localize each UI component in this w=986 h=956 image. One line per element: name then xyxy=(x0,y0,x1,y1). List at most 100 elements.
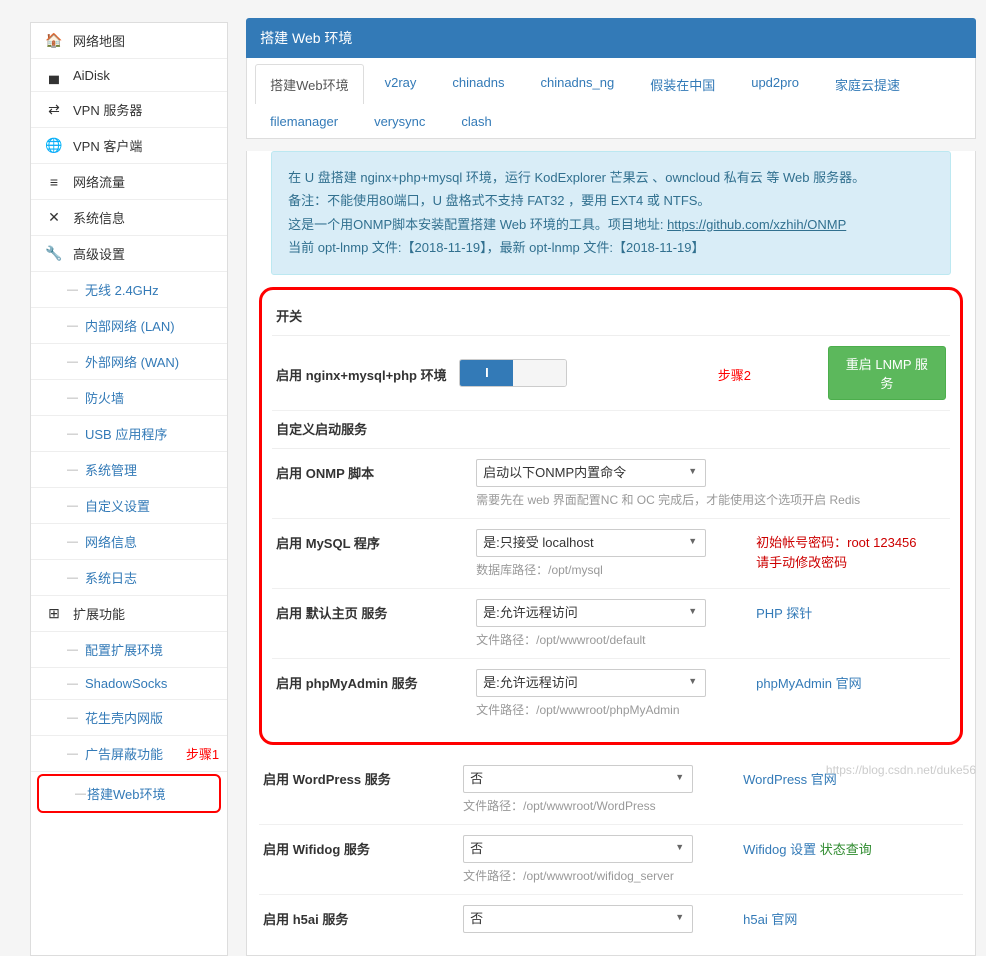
sidebar-item-label: ShadowSocks xyxy=(85,676,167,691)
sidebar-item-netinfo[interactable]: 网络信息 xyxy=(31,524,227,560)
sidebar-item-adblock[interactable]: 广告屏蔽功能 步骤1 xyxy=(31,736,227,772)
sidebar-item-peanut[interactable]: 花生壳内网版 xyxy=(31,700,227,736)
sidebar-item-wireless[interactable]: 无线 2.4GHz xyxy=(31,272,227,308)
sidebar-item-label: AiDisk xyxy=(73,68,110,83)
sidebar-item-network-map[interactable]: 🏠 网络地图 xyxy=(31,23,227,59)
tab-upd2pro[interactable]: upd2pro xyxy=(736,64,814,104)
mysql-warn: 请手动修改密码 xyxy=(756,553,916,574)
sidebar-item-label: 网络地图 xyxy=(73,31,125,50)
sidebar-item-sysmgmt[interactable]: 系统管理 xyxy=(31,452,227,488)
disk-icon: ▄ xyxy=(45,67,63,83)
select-wifidog[interactable]: 否 xyxy=(463,835,693,863)
sidebar-item-firewall[interactable]: 防火墙 xyxy=(31,380,227,416)
row-default-home: 启用 默认主页 服务 是:允许远程访问 文件路径：/opt/wwwroot/de… xyxy=(272,589,950,659)
row-label: 启用 ONMP 脚本 xyxy=(276,459,476,482)
wordpress-link[interactable]: WordPress 官网 xyxy=(743,772,837,787)
sidebar-item-label: 外部网络 (WAN) xyxy=(85,352,179,371)
select-onmp[interactable]: 启动以下ONMP内置命令 xyxy=(476,459,706,487)
row-wifidog: 启用 Wifidog 服务 否 文件路径：/opt/wwwroot/wifido… xyxy=(259,825,963,895)
tabs: 搭建Web环境 v2ray chinadns chinadns_ng 假装在中国… xyxy=(246,58,976,139)
sidebar-item-label: 搭建Web环境 xyxy=(87,784,166,803)
home-icon: 🏠 xyxy=(45,32,63,49)
wrench-icon: 🔧 xyxy=(45,245,63,262)
sidebar-item-custom-settings[interactable]: 自定义设置 xyxy=(31,488,227,524)
sidebar-item-traffic[interactable]: ≡网络流量 xyxy=(31,164,227,200)
sidebar-item-usb-apps[interactable]: USB 应用程序 xyxy=(31,416,227,452)
section-switch-title: 开关 xyxy=(272,298,950,336)
content-area: 在 U 盘搭建 nginx+php+mysql 环境，运行 KodExplore… xyxy=(246,151,976,956)
tab-v2ray[interactable]: v2ray xyxy=(370,64,432,104)
sidebar-item-label: 自定义设置 xyxy=(85,496,150,515)
section-custom-title: 自定义启动服务 xyxy=(272,411,950,449)
restart-lnmp-button[interactable]: 重启 LNMP 服务 xyxy=(828,346,946,400)
sidebar-item-advanced[interactable]: 🔧 高级设置 xyxy=(31,236,227,272)
row-label: 启用 MySQL 程序 xyxy=(276,529,476,552)
sidebar-item-syslog[interactable]: 系统日志 xyxy=(31,560,227,596)
row-label: 启用 h5ai 服务 xyxy=(263,905,463,928)
main-panel: 搭建 Web 环境 搭建Web环境 v2ray chinadns chinadn… xyxy=(246,18,986,956)
h5ai-link[interactable]: h5ai 官网 xyxy=(743,912,797,927)
select-mysql[interactable]: 是:只接受 localhost xyxy=(476,529,706,557)
hint: 文件路径：/opt/wwwroot/phpMyAdmin xyxy=(476,701,736,718)
sidebar-item-wan[interactable]: 外部网络 (WAN) xyxy=(31,344,227,380)
step2-label: 步骤2 xyxy=(718,368,751,383)
php-probe-link[interactable]: PHP 探针 xyxy=(756,606,812,621)
select-default-home[interactable]: 是:允许远程访问 xyxy=(476,599,706,627)
hint: 文件路径：/opt/wwwroot/default xyxy=(476,631,736,648)
step1-label: 步骤1 xyxy=(186,744,219,763)
mysql-cred: 初始帐号密码：root 123456 xyxy=(756,533,916,554)
toggle-enable-env[interactable]: I xyxy=(459,359,567,387)
phpmyadmin-link[interactable]: phpMyAdmin 官网 xyxy=(756,676,861,691)
select-h5ai[interactable]: 否 xyxy=(463,905,693,933)
sidebar-item-build-web[interactable]: 搭建Web环境 xyxy=(37,774,221,813)
tab-family-cloud[interactable]: 家庭云提速 xyxy=(820,64,915,104)
tab-chinadns[interactable]: chinadns xyxy=(437,64,519,104)
tab-build-web[interactable]: 搭建Web环境 xyxy=(255,64,364,104)
row-phpmyadmin: 启用 phpMyAdmin 服务 是:允许远程访问 文件路径：/opt/wwwr… xyxy=(272,659,950,728)
row-label: 启用 WordPress 服务 xyxy=(263,765,463,788)
sidebar-item-label: USB 应用程序 xyxy=(85,424,167,443)
info-line: 备注：不能使用80端口，U 盘格式不支持 FAT32 ，要用 EXT4 或 NT… xyxy=(288,189,934,212)
row-onmp: 启用 ONMP 脚本 启动以下ONMP内置命令 需要先在 web 界面配置NC … xyxy=(272,449,950,519)
project-link[interactable]: https://github.com/xzhih/ONMP xyxy=(667,217,846,232)
select-phpmyadmin[interactable]: 是:允许远程访问 xyxy=(476,669,706,697)
tab-filemanager[interactable]: filemanager xyxy=(255,103,353,139)
tab-chinadns-ng[interactable]: chinadns_ng xyxy=(525,64,629,104)
panel-title: 搭建 Web 环境 xyxy=(246,18,976,58)
info-box: 在 U 盘搭建 nginx+php+mysql 环境，运行 KodExplore… xyxy=(271,151,951,275)
sidebar-item-sysinfo[interactable]: ✕系统信息 xyxy=(31,200,227,236)
sidebar-item-label: 系统信息 xyxy=(73,208,125,227)
sidebar-item-label: 系统日志 xyxy=(85,568,137,587)
select-wordpress[interactable]: 否 xyxy=(463,765,693,793)
sidebar-item-label: 花生壳内网版 xyxy=(85,708,163,727)
sidebar-item-lan[interactable]: 内部网络 (LAN) xyxy=(31,308,227,344)
sidebar-item-label: 防火墙 xyxy=(85,388,124,407)
wifidog-status-link[interactable]: 状态查询 xyxy=(820,842,872,857)
tab-fake-china[interactable]: 假装在中国 xyxy=(635,64,730,104)
globe-icon: 🌐 xyxy=(45,137,63,154)
sidebar-item-vpn-server[interactable]: ⇄VPN 服务器 xyxy=(31,92,227,128)
sidebar-item-label: 广告屏蔽功能 xyxy=(85,744,163,763)
wifidog-settings-link[interactable]: Wifidog 设置 xyxy=(743,842,816,857)
sidebar-item-aidisk[interactable]: ▄ AiDisk xyxy=(31,59,227,92)
tab-clash[interactable]: clash xyxy=(446,103,506,139)
sidebar-item-shadowsocks[interactable]: ShadowSocks xyxy=(31,668,227,700)
info-line: 在 U 盘搭建 nginx+php+mysql 环境，运行 KodExplore… xyxy=(288,166,934,189)
sidebar-item-label: 高级设置 xyxy=(73,244,125,263)
toggle-on: I xyxy=(460,360,513,386)
watermark: https://blog.csdn.net/duke56 xyxy=(826,763,976,777)
grid-icon: ⊞ xyxy=(45,605,63,622)
sidebar-item-label: 扩展功能 xyxy=(73,604,125,623)
sidebar-item-extensions[interactable]: ⊞ 扩展功能 xyxy=(31,596,227,632)
hint: 文件路径：/opt/wwwroot/WordPress xyxy=(463,797,723,814)
info-line: 这是一个用ONMP脚本安装配置搭建 Web 环境的工具。项目地址: https:… xyxy=(288,213,934,236)
highlighted-settings-box: 开关 启用 nginx+mysql+php 环境 I 步骤2 重启 LNMP 服… xyxy=(259,287,963,745)
sidebar-item-label: 网络流量 xyxy=(73,172,125,191)
tab-verysync[interactable]: verysync xyxy=(359,103,440,139)
sidebar-item-vpn-client[interactable]: 🌐VPN 客户端 xyxy=(31,128,227,164)
swap-icon: ⇄ xyxy=(45,101,63,118)
row-h5ai: 启用 h5ai 服务 否 h5ai 官网 xyxy=(259,895,963,943)
sidebar-item-config-ext[interactable]: 配置扩展环境 xyxy=(31,632,227,668)
hint: 需要先在 web 界面配置NC 和 OC 完成后，才能使用这个选项开启 Redi… xyxy=(476,491,860,508)
toggle-off xyxy=(513,360,566,386)
